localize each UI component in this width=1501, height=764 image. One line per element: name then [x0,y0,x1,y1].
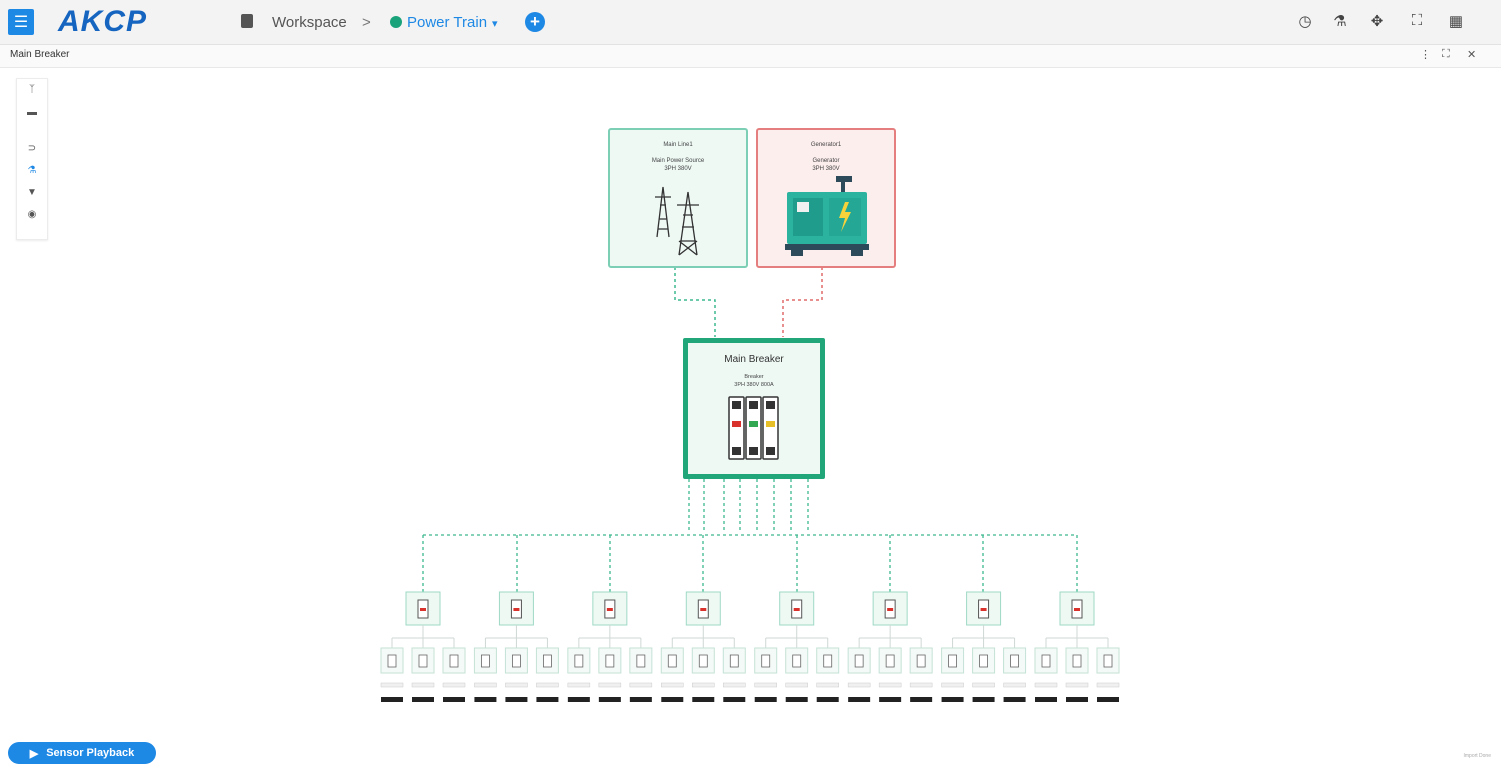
breaker-icon [728,396,779,460]
sub-breaker-node[interactable] [685,591,721,626]
main-line-node[interactable]: Main Line1 Main Power Source 3PH 380V [608,128,748,268]
expand-icon[interactable]: ⛶ [1442,48,1450,61]
close-icon[interactable]: ✕ [1467,48,1476,61]
outlet-connector [672,625,735,639]
outlet-connector [859,625,922,639]
power-tower-icon [655,186,699,256]
sub-breaker-node[interactable] [966,591,1002,626]
breadcrumb-workspace[interactable]: Workspace [272,14,347,31]
play-icon: ▶ [29,747,39,760]
outlet-connector [578,625,641,639]
outlet-connector [485,625,548,639]
sub-breaker-node[interactable] [779,591,815,626]
node-type: Breaker 3PH 380V 800A [688,373,820,389]
akcp-logo: AKCP [58,5,148,38]
sub-breaker-node[interactable] [1059,591,1095,626]
sensor-playback-label: Sensor Playback [46,747,135,759]
node-type: Generator 3PH 380V [758,157,894,173]
workspace-icon [241,14,253,28]
outlet-node[interactable] [878,638,902,702]
status-dot [390,16,402,28]
sensor-playback-button[interactable]: ▶ Sensor Playback [8,742,156,764]
add-button[interactable]: + [525,12,545,32]
panel-header: Main Breaker ⋮ ⛶ ✕ [0,45,1501,68]
outlet-connector [765,625,828,639]
outlet-node[interactable] [691,638,715,702]
node-name: Generator1 [810,142,842,148]
outlet-connector [392,625,454,639]
plug-icon[interactable]: ✥ [1368,12,1386,30]
node-name: Main Line1 [663,142,693,148]
outlet-node[interactable] [504,638,528,702]
outlet-node[interactable] [567,638,591,702]
outlet-node[interactable] [816,638,840,702]
node-type-label: Generator [812,158,840,164]
sub-breaker-node[interactable] [592,591,628,626]
more-icon[interactable]: ⋮ [1420,48,1431,61]
sub-breaker-node[interactable] [498,591,534,626]
top-bar: ☰ AKCP Workspace > Power Train ▾ + ◷ ⚗ ✥… [0,0,1501,45]
outlet-node[interactable] [785,638,809,702]
sub-breaker-node[interactable] [405,591,441,626]
clock-icon[interactable]: ◷ [1296,12,1314,30]
generator-node[interactable]: Generator1 Generator 3PH 380V [756,128,896,268]
outlet-node[interactable] [629,638,653,702]
outlet-node[interactable] [535,638,559,702]
outlet-node[interactable] [1065,638,1089,702]
node-spec: 3PH 380V [812,166,840,172]
outlet-node[interactable] [1096,638,1120,702]
outlet-node[interactable] [1003,638,1027,702]
node-spec: 3PH 380V 800A [734,382,774,388]
footer-status: Import Done [1463,753,1491,759]
outlet-node[interactable] [972,638,996,702]
outlet-node[interactable] [1034,638,1058,702]
node-type-label: Main Power Source [651,158,705,164]
sub-breaker-node[interactable] [872,591,908,626]
main-breaker-node[interactable]: Main Breaker Breaker 3PH 380V 800A [683,338,825,479]
outlet-node[interactable] [660,638,684,702]
power-diagram: Main Line1 Main Power Source 3PH 380V Ge… [0,68,1501,748]
outlet-connector [952,625,1015,639]
account-icon[interactable]: ▦ [1447,12,1465,30]
hamburger-menu-button[interactable]: ☰ [8,9,34,35]
node-type-label: Breaker [744,374,764,380]
outlet-node[interactable] [941,638,965,702]
sensor-icon[interactable]: ⚗ [1331,12,1349,30]
outlet-node[interactable] [411,638,435,702]
outlet-node[interactable] [380,638,404,702]
generator-icon [785,176,869,256]
node-title: Main Breaker [724,354,784,365]
breadcrumb-power-train[interactable]: Power Train [407,14,487,31]
outlet-node[interactable] [909,638,933,702]
node-type: Main Power Source 3PH 380V [610,157,746,173]
outlet-node[interactable] [754,638,778,702]
outlet-node[interactable] [598,638,622,702]
sub-breaker-group [380,591,1120,702]
node-spec: 3PH 380V [664,166,692,172]
breadcrumb-separator: > [362,14,371,31]
outlet-node[interactable] [442,638,466,702]
outlet-node[interactable] [473,638,497,702]
outlet-connector [1046,625,1108,639]
chevron-down-icon[interactable]: ▾ [492,17,498,30]
outlet-node[interactable] [722,638,746,702]
fullscreen-icon[interactable]: ⛶ [1408,12,1426,30]
panel-title: Main Breaker [10,49,70,60]
outlet-node[interactable] [847,638,871,702]
